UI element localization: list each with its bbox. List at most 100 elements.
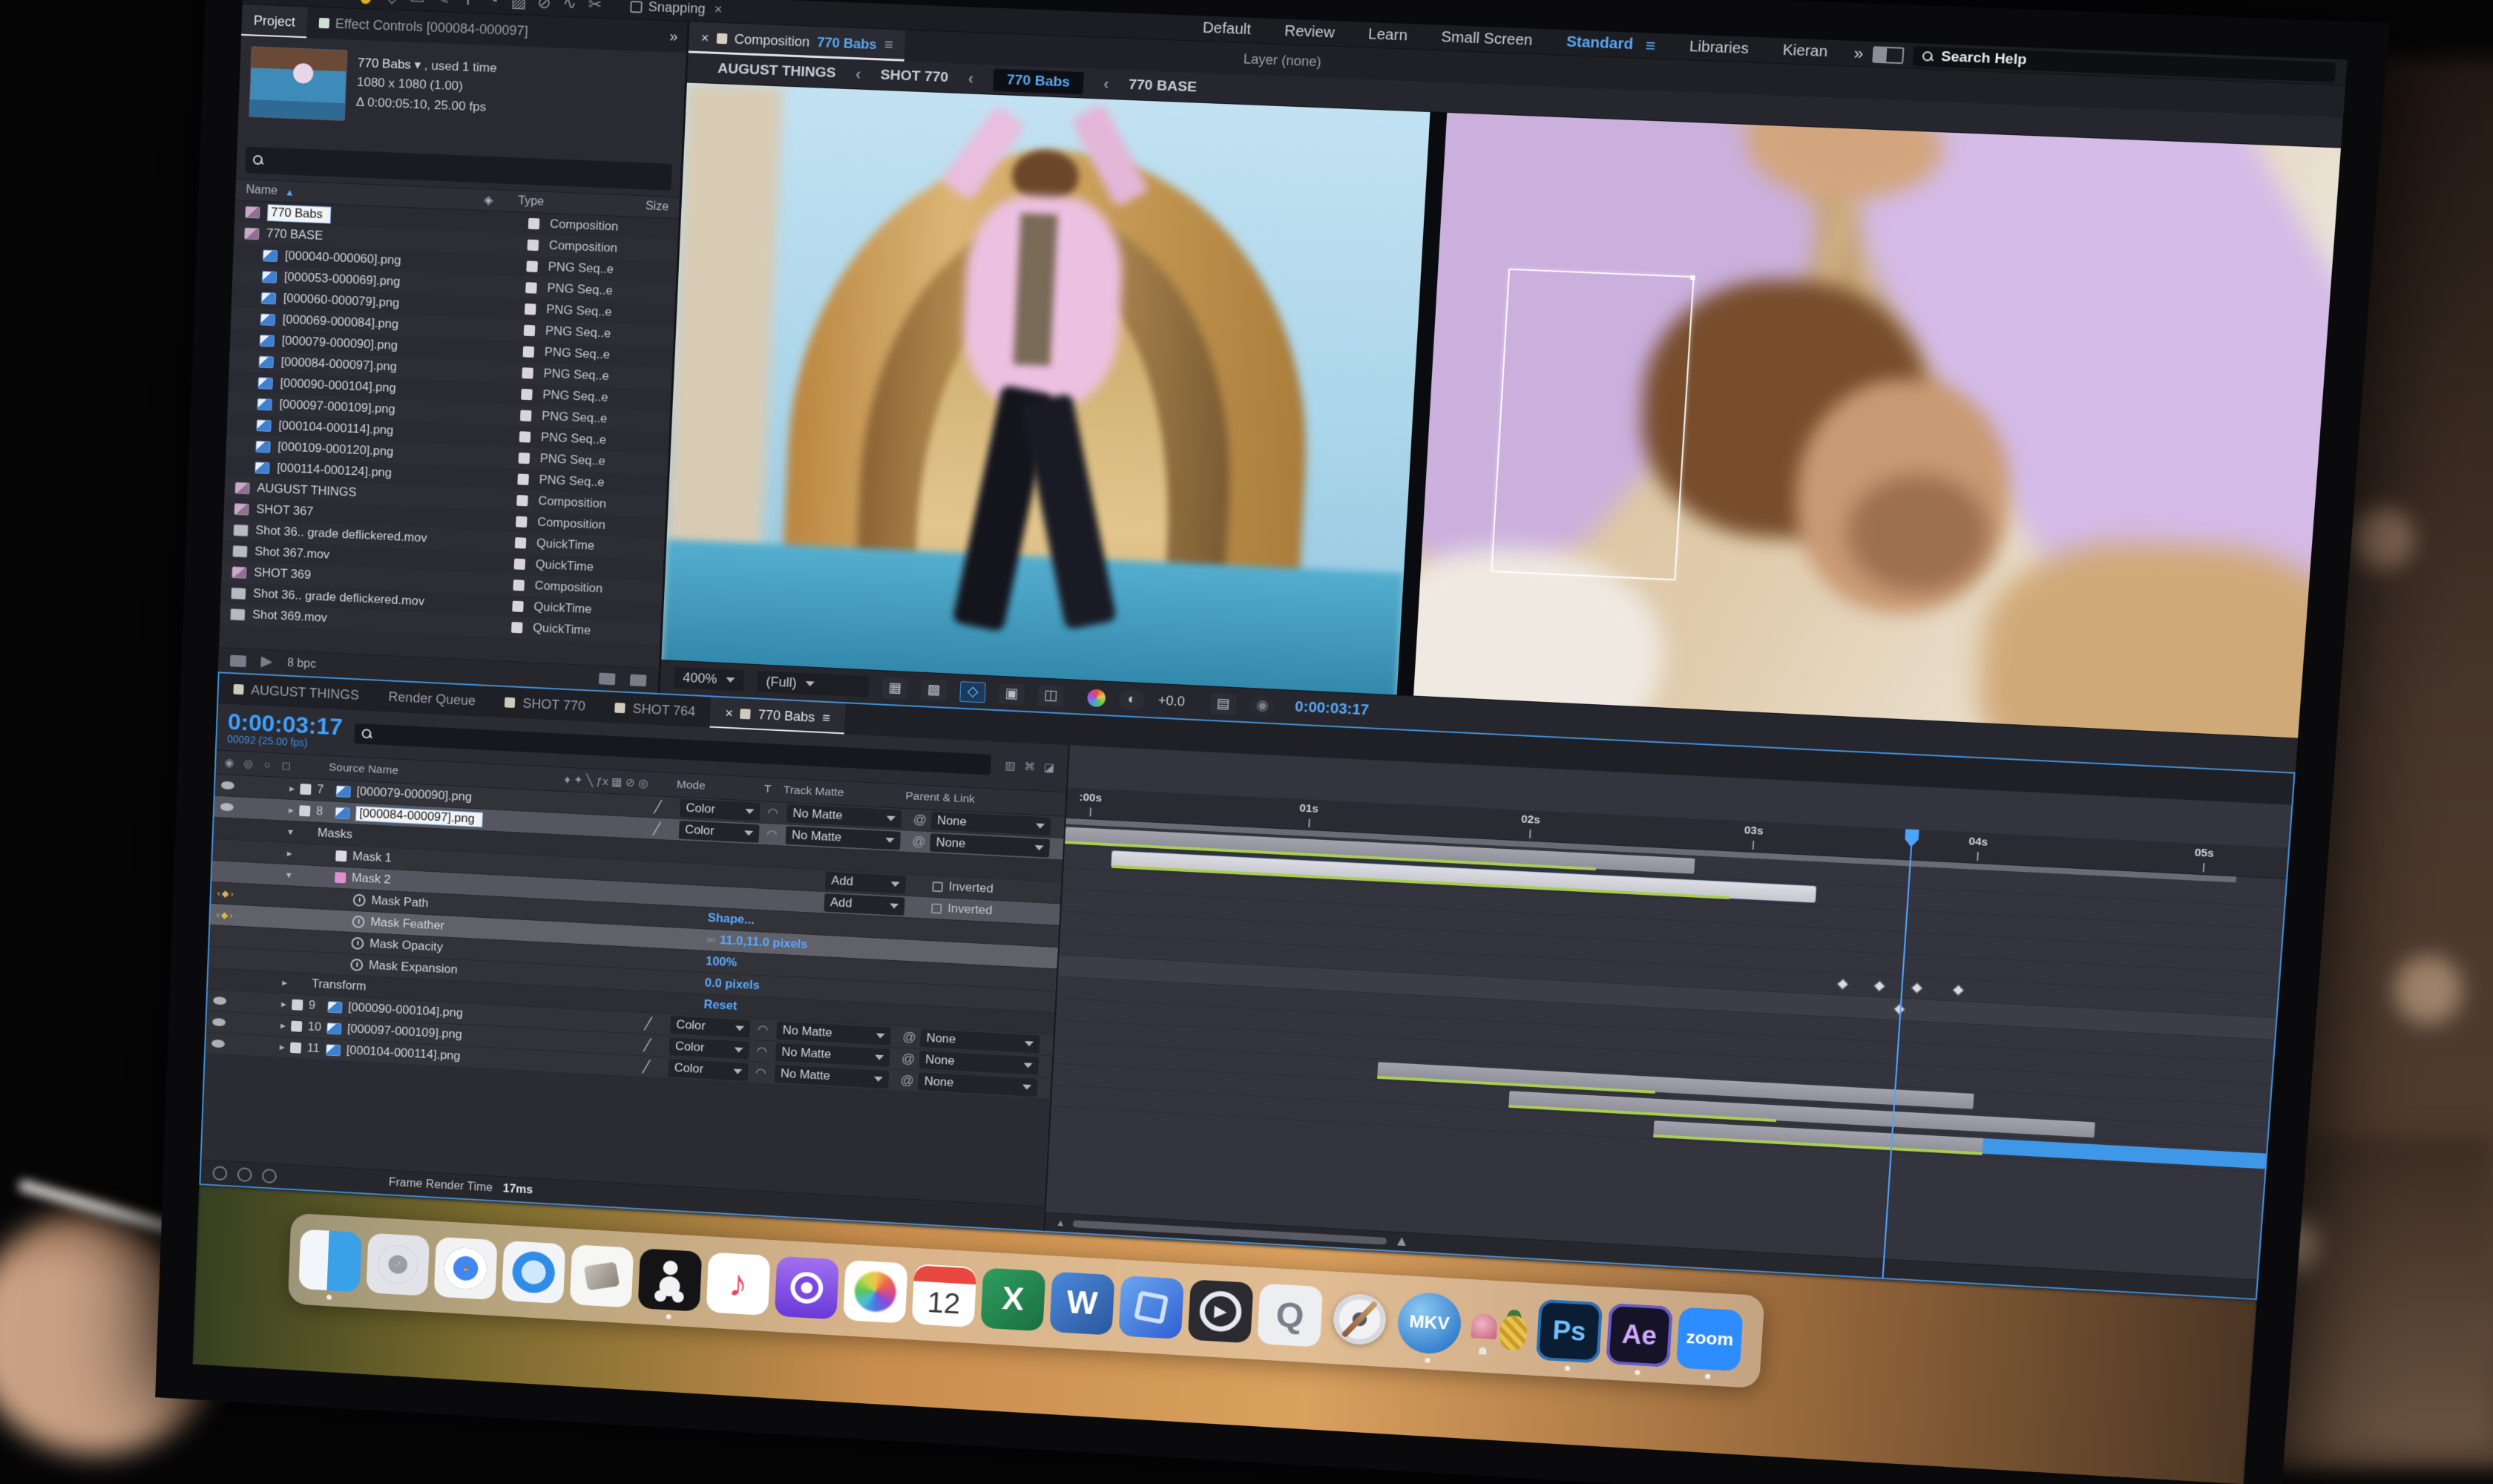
label-color-swatch[interactable] — [523, 346, 535, 358]
breadcrumb-august-things[interactable]: AUGUST THINGS — [717, 60, 836, 81]
layer-label-swatch[interactable] — [291, 1021, 302, 1032]
mask-outline[interactable] — [1491, 269, 1695, 580]
column-name[interactable]: Name — [246, 183, 277, 198]
close-icon[interactable]: × — [725, 706, 733, 721]
quality-switch-icon[interactable]: ╱ — [625, 1037, 669, 1054]
keyframe-icon[interactable] — [1837, 979, 1849, 990]
dock-zoom-icon[interactable]: zoom — [1676, 1307, 1744, 1371]
twirl-icon[interactable]: ▸ — [283, 804, 299, 817]
mode-dropdown[interactable]: Color — [680, 799, 761, 821]
dock-photoshop-icon[interactable]: Ps — [1536, 1299, 1603, 1364]
track-matte-dropdown[interactable]: No Matte — [774, 1065, 889, 1089]
workspace-layout-icon[interactable] — [1872, 46, 1904, 64]
zoom-tool-icon[interactable]: ⌂ — [303, 0, 330, 4]
brush-tool-icon[interactable]: ◔ — [480, 0, 507, 10]
column-parent-link[interactable]: Parent & Link — [905, 789, 1060, 810]
inverted-checkbox[interactable]: Inverted — [931, 901, 1054, 921]
composition-view[interactable] — [661, 82, 1430, 695]
exposure-icon[interactable]: ◐ — [1118, 689, 1145, 710]
clone-stamp-tool-icon[interactable]: ▨ — [506, 0, 533, 11]
zoom-out-mountain-icon[interactable]: ▲ — [1056, 1217, 1066, 1228]
layer-label-swatch[interactable] — [299, 805, 310, 816]
property-value[interactable]: Reset — [703, 998, 738, 1013]
keyframe-icon[interactable] — [1952, 985, 1964, 996]
breadcrumb-shot-770[interactable]: SHOT 770 — [880, 67, 948, 86]
quality-switch-icon[interactable]: ╱ — [624, 1058, 669, 1075]
twirl-icon[interactable] — [279, 918, 295, 919]
dock-apple-music-icon[interactable]: ♪ — [706, 1252, 771, 1316]
lock-column-icon[interactable]: ◻ — [279, 758, 294, 772]
workspace-tab-learn[interactable]: Learn — [1367, 26, 1408, 45]
twirl-icon[interactable]: ▸ — [274, 1040, 290, 1054]
track-matte-dropdown[interactable]: No Matte — [786, 804, 902, 828]
dock-quicktime-icon[interactable]: Q — [1257, 1284, 1323, 1347]
track-matte-toggle[interactable]: ◠ — [756, 1044, 776, 1060]
quality-switch-icon[interactable]: ╱ — [634, 820, 680, 837]
interpret-footage-icon[interactable] — [260, 656, 272, 668]
property-value[interactable]: 0.0 pixels — [704, 976, 760, 992]
mode-dropdown[interactable]: Add — [825, 872, 906, 894]
tab-layer[interactable]: Layer (none) — [1230, 42, 1334, 78]
label-color-swatch[interactable] — [521, 389, 533, 400]
exposure-value[interactable]: +0.0 — [1157, 693, 1185, 709]
keyframe-navigator-icon[interactable]: ‹◆› — [216, 909, 234, 922]
orbit-camera-tool-icon[interactable]: ↻ — [329, 0, 355, 4]
selection-tool-icon[interactable]: ► — [253, 0, 279, 1]
twirl-icon[interactable] — [278, 939, 295, 940]
workspace-tab-small-screen[interactable]: Small Screen — [1441, 29, 1533, 50]
label-color-swatch[interactable] — [526, 260, 538, 272]
show-snapshot-icon[interactable]: ◉ — [1249, 695, 1275, 716]
dock-system-settings-icon[interactable] — [366, 1233, 430, 1296]
workspace-overflow-icon[interactable]: » — [1853, 44, 1865, 64]
dock-disc-burner-icon[interactable] — [1327, 1287, 1393, 1351]
keyframe-icon[interactable] — [1911, 982, 1922, 994]
track-matte-toggle[interactable]: ◠ — [766, 827, 786, 842]
inverted-checkbox[interactable]: Inverted — [932, 879, 1055, 899]
audio-column-icon[interactable]: ◎ — [240, 757, 255, 770]
eraser-tool-icon[interactable]: ⊘ — [531, 0, 558, 13]
mask-color-swatch[interactable] — [335, 872, 346, 883]
type-tool-icon[interactable]: T — [455, 0, 482, 10]
snapping-toggle[interactable]: Snapping × — [630, 0, 723, 18]
snapping-close-icon[interactable]: × — [714, 1, 723, 18]
column-type[interactable]: Type — [518, 194, 637, 212]
dock-video-player-icon[interactable]: ▶ — [1188, 1279, 1254, 1343]
dock-finder-icon[interactable] — [298, 1229, 361, 1292]
composition-mini-icon[interactable]: ▥ — [1002, 759, 1018, 773]
dock-dance-app-icon[interactable] — [638, 1248, 703, 1311]
zoom-in-mountain-icon[interactable]: ▲ — [1393, 1233, 1409, 1251]
label-color-swatch[interactable] — [514, 559, 526, 570]
column-size[interactable]: Size — [636, 200, 669, 214]
label-color-swatch[interactable] — [520, 410, 532, 421]
twirl-icon[interactable] — [277, 961, 294, 962]
mask-visibility-icon[interactable]: ◇ — [959, 681, 986, 703]
magnification-dropdown[interactable]: 400% — [674, 667, 744, 692]
dock-excel-icon[interactable]: X — [980, 1267, 1045, 1331]
panel-menu-icon[interactable]: ≡ — [884, 36, 893, 54]
pickwhip-icon[interactable]: @ — [897, 1051, 920, 1067]
track-matte-toggle[interactable]: ◠ — [755, 1066, 775, 1081]
dock-tiki-icon[interactable] — [1466, 1295, 1533, 1359]
stopwatch-icon[interactable] — [352, 916, 364, 928]
new-composition-icon[interactable] — [599, 672, 616, 685]
pickwhip-icon[interactable]: @ — [896, 1072, 919, 1089]
stopwatch-icon[interactable] — [352, 894, 365, 907]
label-column-icon[interactable]: ◈ — [484, 192, 519, 209]
resolution-dropdown[interactable]: (Full) — [757, 671, 870, 697]
grid-guides-icon[interactable]: ▦ — [882, 677, 909, 699]
property-value[interactable]: Shape... — [707, 911, 755, 927]
mask-shape-tool-icon[interactable]: ▭ — [404, 0, 431, 7]
dock-makemkv-icon[interactable]: MKV — [1396, 1291, 1463, 1355]
label-color-swatch[interactable] — [524, 325, 536, 337]
pen-tool-icon[interactable]: ✎ — [430, 0, 456, 8]
timeline-tab-shot-770[interactable]: SHOT 770 — [490, 686, 601, 722]
label-color-swatch[interactable] — [522, 367, 533, 378]
keyframe-icon[interactable] — [1874, 980, 1886, 991]
pan-tool-icon[interactable]: ✋ — [354, 0, 381, 6]
video-eye-icon[interactable] — [211, 1040, 225, 1048]
label-color-swatch[interactable] — [525, 282, 537, 294]
video-eye-icon[interactable] — [221, 781, 234, 790]
workspace-tab-libraries[interactable]: Libraries — [1689, 39, 1749, 58]
column-mode[interactable]: Mode — [677, 778, 765, 795]
shy-toggle-icon[interactable] — [212, 1166, 227, 1181]
